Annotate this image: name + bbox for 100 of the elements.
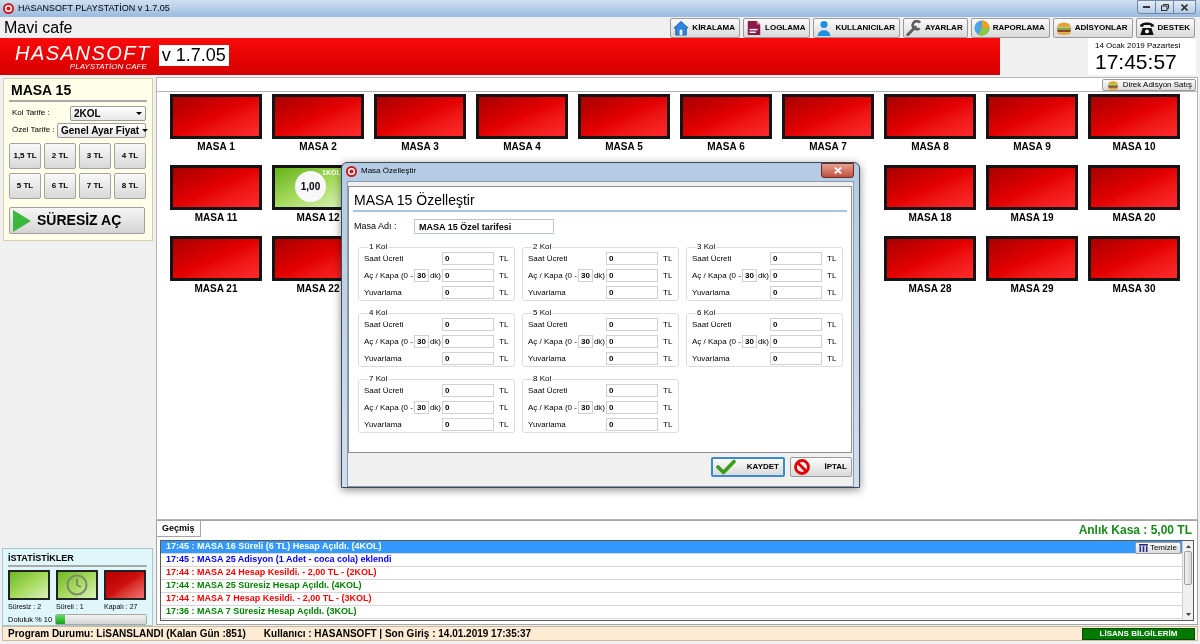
close-button[interactable] <box>1174 0 1196 14</box>
table-tile[interactable] <box>578 94 670 139</box>
table-tile[interactable] <box>884 165 976 210</box>
price-field[interactable]: 0 <box>606 401 658 414</box>
toolbar-button[interactable]: ADİSYONLAR <box>1052 17 1133 38</box>
field-label: Özel Tarife : <box>11 125 56 135</box>
scrollbar-thumb[interactable] <box>1184 551 1192 585</box>
table-tile[interactable] <box>1088 165 1180 210</box>
toolbar-button[interactable]: KULLANICILAR <box>813 17 900 38</box>
table-name: MASA 18 <box>908 212 952 224</box>
close-button[interactable] <box>821 163 854 178</box>
price-field[interactable]: 0 <box>606 252 658 265</box>
table-tile[interactable] <box>170 94 262 139</box>
price-field[interactable]: 0 <box>770 252 822 265</box>
price-field[interactable]: 0 <box>442 269 494 282</box>
minutes-field[interactable]: 30 <box>413 335 429 348</box>
log-entry[interactable]: 17:44 : MASA 24 Hesap Kesildi. - 2,00 TL - (2KOL) <box>161 567 1182 580</box>
table-tile[interactable] <box>170 165 262 210</box>
unit-label: dk) <box>429 336 442 347</box>
price-field[interactable]: 0 <box>770 318 822 331</box>
minutes-field[interactable]: 30 <box>577 401 593 414</box>
price-field[interactable]: 0 <box>606 418 658 431</box>
minutes-field[interactable]: 30 <box>741 269 757 282</box>
kol-tarife-dropdown[interactable]: 2KOL <box>70 105 146 121</box>
table-tile[interactable] <box>680 94 772 139</box>
price-field[interactable]: 0 <box>442 252 494 265</box>
open-untimed-button[interactable]: SÜRESİZ AÇ <box>9 207 145 234</box>
price-field[interactable]: 0 <box>442 401 494 414</box>
price-field[interactable]: 0 <box>442 384 494 397</box>
table-tile[interactable] <box>374 94 466 139</box>
price-field[interactable]: 0 <box>770 269 822 282</box>
direct-sale-button[interactable]: Direk Adisyon Satış <box>1101 78 1196 91</box>
table-tile[interactable] <box>476 94 568 139</box>
price-field[interactable]: 0 <box>606 318 658 331</box>
price-field[interactable]: 0 <box>606 286 658 299</box>
log-entry[interactable]: 17:45 : MASA 25 Adisyon (1 Adet - coca cola) eklendi <box>161 554 1182 567</box>
scrollbar[interactable] <box>1182 541 1193 620</box>
table-tile[interactable] <box>1088 94 1180 139</box>
clear-button[interactable]: Temizle <box>1134 542 1181 554</box>
price-field[interactable]: 0 <box>442 335 494 348</box>
prohibited-icon <box>794 459 810 475</box>
maximize-button[interactable] <box>1156 0 1174 14</box>
table-name-field[interactable]: MASA 15 Özel tarifesi <box>414 219 554 234</box>
table-tile[interactable] <box>1088 236 1180 281</box>
log-entry[interactable]: 17:44 : MASA 25 Süresiz Hesap Açıldı. (4KOL) <box>161 580 1182 593</box>
log-entry[interactable]: 17:36 : MASA 7 Süresiz Hesap Açıldı. (3KOL) <box>161 606 1182 619</box>
table-tile[interactable] <box>986 236 1078 281</box>
save-button[interactable]: KAYDET <box>711 457 785 477</box>
license-button[interactable]: LİSANS BİLGİLERİM <box>1082 627 1195 640</box>
minimize-button[interactable] <box>1137 0 1156 14</box>
price-button[interactable]: 8 TL <box>114 173 146 199</box>
toolbar-button[interactable]: RAPORLAMA <box>970 17 1050 38</box>
toolbar-button[interactable]: LOGLAMA <box>743 17 811 38</box>
table-tile[interactable] <box>884 94 976 139</box>
table-tile[interactable] <box>986 165 1078 210</box>
field-label: Saat Ücreti <box>528 385 568 396</box>
price-field[interactable]: 0 <box>606 269 658 282</box>
group-title: 8 Kol <box>532 374 553 384</box>
unit-label: dk) <box>429 270 442 281</box>
minutes-field[interactable]: 30 <box>741 335 757 348</box>
minutes-field[interactable]: 30 <box>577 335 593 348</box>
field-label: Yuvarlama <box>692 287 730 298</box>
unit-label: TL <box>663 419 673 430</box>
close-icon <box>833 167 842 174</box>
table-tile[interactable] <box>986 94 1078 139</box>
price-field[interactable]: 0 <box>770 286 822 299</box>
price-button[interactable]: 4 TL <box>114 143 146 169</box>
table-name: MASA 5 <box>605 141 643 153</box>
price-field[interactable]: 0 <box>442 318 494 331</box>
table-tile[interactable] <box>272 94 364 139</box>
history-tab[interactable]: Geçmiş <box>157 521 201 537</box>
price-button[interactable]: 6 TL <box>44 173 76 199</box>
program-status: Program Durumu: LiSANSLANDI (Kalan Gün :851) <box>8 627 246 640</box>
minutes-field[interactable]: 30 <box>413 401 429 414</box>
price-field[interactable]: 0 <box>442 352 494 365</box>
clock-icon <box>66 574 88 596</box>
table-tile[interactable] <box>782 94 874 139</box>
toolbar-button[interactable]: DESTEK <box>1135 17 1195 38</box>
toolbar-button[interactable]: KİRALAMA <box>670 17 741 38</box>
price-field[interactable]: 0 <box>606 352 658 365</box>
cancel-button[interactable]: İPTAL <box>790 457 852 477</box>
price-button[interactable]: 2 TL <box>44 143 76 169</box>
price-button[interactable]: 7 TL <box>79 173 111 199</box>
price-field[interactable]: 0 <box>606 384 658 397</box>
log-entry[interactable]: 17:44 : MASA 7 Hesap Kesildi. - 2,00 TL - (3KOL) <box>161 593 1182 606</box>
price-field[interactable]: 0 <box>606 335 658 348</box>
ozel-tarife-dropdown[interactable]: Genel Ayar Fiyat <box>57 122 146 138</box>
table-tile[interactable] <box>170 236 262 281</box>
unit-label: TL <box>499 402 509 413</box>
price-button[interactable]: 3 TL <box>79 143 111 169</box>
price-field[interactable]: 0 <box>770 335 822 348</box>
minutes-field[interactable]: 30 <box>413 269 429 282</box>
table-tile[interactable] <box>884 236 976 281</box>
minutes-field[interactable]: 30 <box>577 269 593 282</box>
price-field[interactable]: 0 <box>770 352 822 365</box>
price-field[interactable]: 0 <box>442 286 494 299</box>
toolbar-button[interactable]: AYARLAR <box>903 17 968 38</box>
price-button[interactable]: 1,5 TL <box>9 143 41 169</box>
price-button[interactable]: 5 TL <box>9 173 41 199</box>
price-field[interactable]: 0 <box>442 418 494 431</box>
